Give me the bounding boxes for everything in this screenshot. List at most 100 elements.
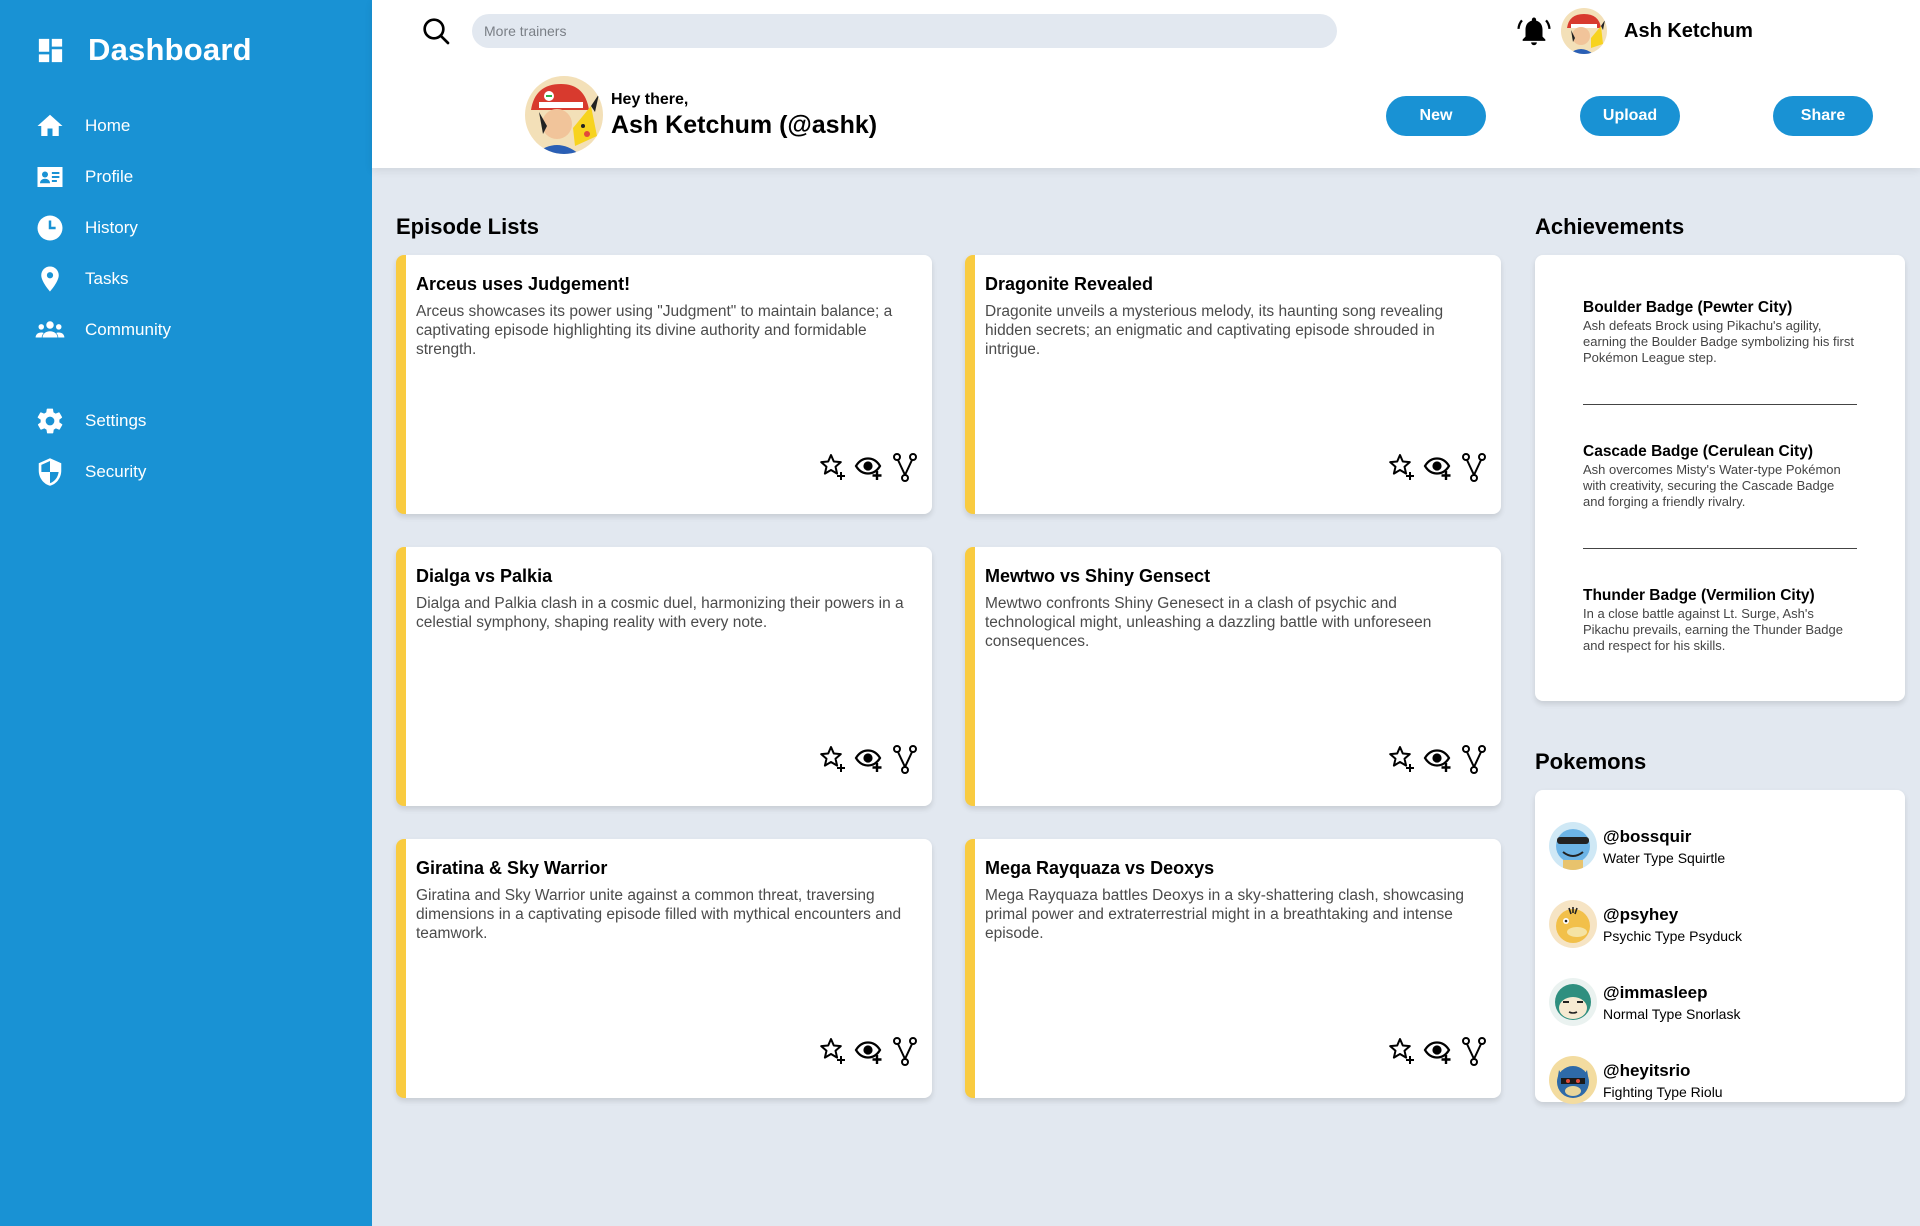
upload-button[interactable]: Upload — [1580, 96, 1680, 136]
achievement-description: Ash defeats Brock using Pikachu's agilit… — [1583, 318, 1854, 365]
episode-actions — [1387, 452, 1489, 482]
episode-title: Giratina & Sky Warrior — [416, 858, 608, 878]
episode-title: Mega Rayquaza vs Deoxys — [985, 858, 1215, 878]
episode-actions — [818, 1036, 920, 1066]
star-add-icon[interactable] — [1387, 452, 1417, 482]
achievement-title: Thunder Badge (Vermilion City) — [1583, 587, 1815, 604]
sidebar-item-profile[interactable]: Profile — [35, 151, 372, 202]
nav-spacer — [35, 355, 372, 395]
fork-icon[interactable] — [890, 452, 920, 482]
watch-add-icon[interactable] — [1423, 744, 1453, 774]
episode-card[interactable]: Giratina & Sky Warrior Giratina and Sky W… — [396, 839, 932, 1098]
pokemon-handle: @bossquir — [1603, 826, 1692, 846]
main-area: Ash Ketchum Hey there, Ash Ketchum (@ash… — [372, 0, 1920, 1226]
sidebar-nav: Home Profile History Tasks Community Set… — [35, 100, 372, 497]
sidebar-item-security[interactable]: Security — [35, 446, 372, 497]
dashboard-icon — [38, 38, 63, 62]
pokemon-item[interactable]: @immasleep Normal Type Snorlask — [1549, 963, 1891, 1041]
brand-title: Dashboard — [88, 32, 252, 67]
episode-card[interactable]: Dialga vs Palkia Dialga and Palkia clash … — [396, 547, 932, 806]
achievement-description: Ash overcomes Misty's Water-type Pokémon… — [1583, 462, 1841, 509]
episode-title: Mewtwo vs Shiny Gensect — [985, 566, 1211, 586]
sidebar-item-label: Settings — [85, 410, 147, 430]
achievement-title: Boulder Badge (Pewter City) — [1583, 299, 1793, 316]
new-button[interactable]: New — [1386, 96, 1486, 136]
episode-actions — [818, 744, 920, 774]
pokemon-avatar — [1549, 822, 1597, 870]
pokemon-avatar — [1549, 900, 1597, 948]
sidebar-item-tasks[interactable]: Tasks — [35, 253, 372, 304]
pokemon-info: @psyhey Psychic Type Psyduck — [1603, 905, 1742, 944]
star-add-icon[interactable] — [818, 744, 848, 774]
sidebar-item-label: Security — [85, 461, 147, 481]
episode-card[interactable]: Mewtwo vs Shiny Gensect Mewtwo confronts … — [965, 547, 1501, 806]
star-add-icon[interactable] — [818, 1036, 848, 1066]
bell-icon[interactable] — [1517, 14, 1551, 48]
sidebar-item-label: Home — [85, 115, 131, 135]
content: Episode Lists Arceus uses Judgement! Arce… — [372, 168, 1920, 1104]
episode-description: Giratina and Sky Warrior unite against a… — [416, 887, 902, 942]
sidebar-item-label: Community — [85, 319, 171, 339]
sidebar-item-history[interactable]: History — [35, 202, 372, 253]
episode-description: Arceus showcases its power using "Judgme… — [416, 303, 893, 358]
gear-icon — [35, 406, 65, 436]
episode-description: Mega Rayquaza battles Deoxys in a sky-sh… — [985, 887, 1465, 942]
pokemon-item[interactable]: @bossquir Water Type Squirtle — [1549, 807, 1891, 885]
pokemon-avatar — [1549, 1056, 1597, 1104]
pokemon-handle: @psyhey — [1603, 904, 1679, 924]
watch-add-icon[interactable] — [1423, 1036, 1453, 1066]
episode-card[interactable]: Arceus uses Judgement! Arceus showcases i… — [396, 255, 932, 514]
episode-card[interactable]: Mega Rayquaza vs Deoxys Mega Rayquaza bat… — [965, 839, 1501, 1098]
sidebar-item-community[interactable]: Community — [35, 304, 372, 355]
star-add-icon[interactable] — [1387, 744, 1417, 774]
home-icon — [35, 111, 65, 141]
brand[interactable]: Dashboard — [35, 32, 372, 68]
episode-grid: Arceus uses Judgement! Arceus showcases i… — [396, 255, 1512, 1098]
star-add-icon[interactable] — [818, 452, 848, 482]
achievements-title: Achievements — [1535, 214, 1685, 239]
share-button[interactable]: Share — [1773, 96, 1873, 136]
greeting-row: Hey there, Ash Ketchum (@ashk) New Uploa… — [372, 62, 1920, 168]
pokemon-item[interactable]: @heyitsrio Fighting Type Riolu — [1549, 1041, 1891, 1119]
episode-actions — [1387, 744, 1489, 774]
episode-description: Dialga and Palkia clash in a cosmic duel… — [416, 595, 904, 631]
fork-icon[interactable] — [890, 1036, 920, 1066]
pokemon-info: @immasleep Normal Type Snorlask — [1603, 983, 1740, 1022]
fork-icon[interactable] — [890, 744, 920, 774]
user-name[interactable]: Ash Ketchum — [1624, 20, 1753, 43]
topbar: Ash Ketchum — [372, 0, 1920, 62]
episode-actions — [1387, 1036, 1489, 1066]
users-icon — [35, 315, 65, 345]
pokemon-type: Psychic Type Psyduck — [1603, 927, 1743, 944]
profile-avatar — [525, 76, 603, 154]
sidebar-item-home[interactable]: Home — [35, 100, 372, 151]
pokemon-item[interactable]: @psyhey Psychic Type Psyduck — [1549, 885, 1891, 963]
avatar[interactable] — [1561, 8, 1607, 54]
episode-card[interactable]: Dragonite Revealed Dragonite unveils a my… — [965, 255, 1501, 514]
watch-add-icon[interactable] — [854, 744, 884, 774]
pokemons-title: Pokemons — [1535, 749, 1647, 774]
fork-icon[interactable] — [1459, 744, 1489, 774]
search-input[interactable] — [472, 14, 1337, 48]
watch-add-icon[interactable] — [854, 1036, 884, 1066]
pokemon-type: Fighting Type Riolu — [1603, 1083, 1723, 1100]
episode-title: Dragonite Revealed — [985, 274, 1154, 294]
shield-icon — [35, 457, 65, 487]
pokemon-handle: @immasleep — [1603, 982, 1708, 1002]
watch-add-icon[interactable] — [854, 452, 884, 482]
sidebar-item-label: History — [85, 217, 138, 237]
achievement-item: Boulder Badge (Pewter City) Ash defeats B… — [1583, 299, 1857, 405]
greeting-name: Ash Ketchum (@ashk) — [611, 110, 878, 139]
search-icon[interactable] — [420, 15, 452, 47]
sidebar-item-settings[interactable]: Settings — [35, 395, 372, 446]
star-add-icon[interactable] — [1387, 1036, 1417, 1066]
achievement-title: Cascade Badge (Cerulean City) — [1583, 443, 1813, 460]
fork-icon[interactable] — [1459, 1036, 1489, 1066]
episodes-title: Episode Lists — [396, 214, 540, 239]
fork-icon[interactable] — [1459, 452, 1489, 482]
watch-add-icon[interactable] — [1423, 452, 1453, 482]
episode-title: Arceus uses Judgement! — [416, 274, 631, 294]
id-card-icon — [35, 162, 65, 192]
clock-icon — [35, 213, 65, 243]
pokemon-info: @heyitsrio Fighting Type Riolu — [1603, 1061, 1723, 1100]
